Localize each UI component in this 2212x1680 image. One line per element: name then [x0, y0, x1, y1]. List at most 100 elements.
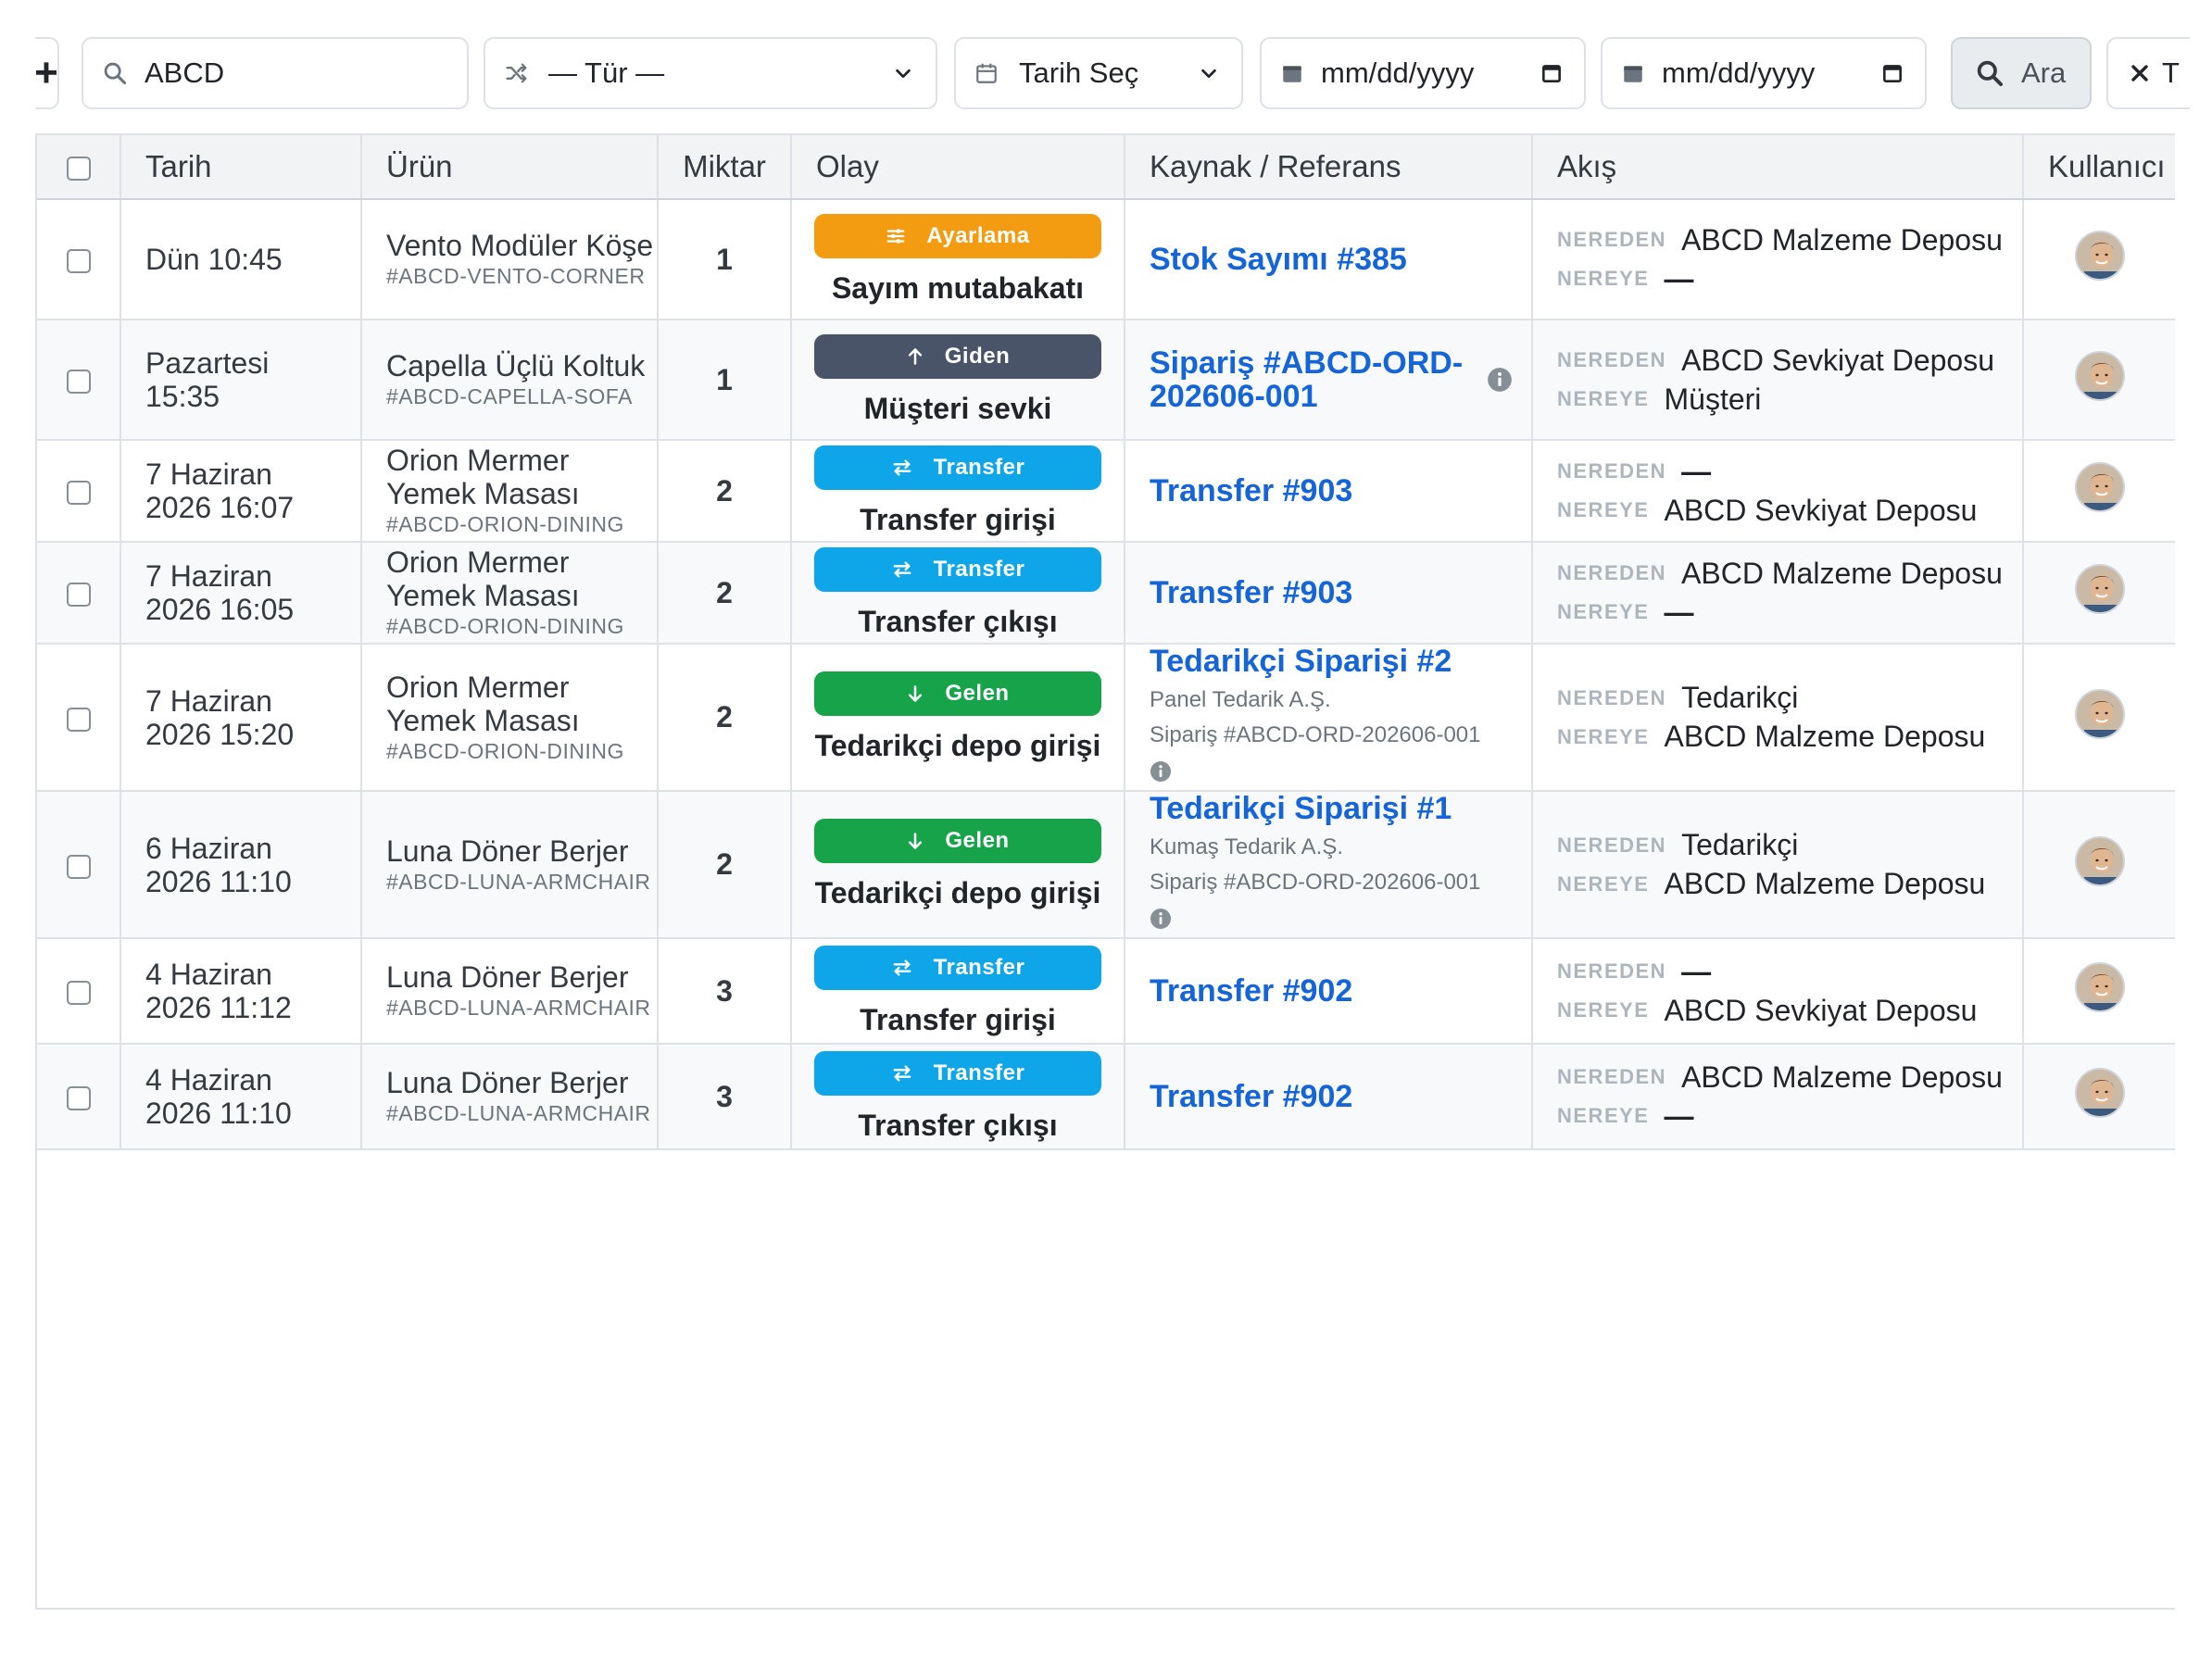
event-cell: Transfer Transfer girişi	[791, 938, 1125, 1045]
reference-cell: Sipariş #ABCD-ORD-202606-001	[1125, 320, 1533, 441]
badge-label: Transfer	[933, 556, 1025, 582]
calendar-icon	[976, 63, 997, 83]
event-label: Tedarikçi depo girişi	[814, 876, 1101, 909]
reference-link[interactable]: Transfer #902	[1150, 974, 1352, 1008]
select-all-cell	[37, 133, 121, 200]
col-header-flow[interactable]: Akış	[1532, 133, 2024, 200]
table-row[interactable]: 7 Haziran 2026 15:20 Orion Mermer Yemek …	[37, 644, 2175, 792]
in-icon	[906, 684, 936, 703]
stock-movements-table: Tarih Ürün Miktar Olay Kaynak / Referans…	[35, 133, 2175, 1610]
reference-link[interactable]: Transfer #903	[1150, 576, 1352, 609]
avatar[interactable]	[2075, 835, 2125, 886]
row-qty: 2	[716, 575, 733, 609]
date-from-value: mm/dd/yyyy	[1321, 56, 1475, 89]
date-range-select[interactable]: Tarih Seç	[954, 37, 1243, 109]
table-row[interactable]: Pazartesi 15:35 Capella Üçlü Koltuk #ABC…	[37, 320, 2175, 441]
row-checkbox[interactable]	[66, 1086, 91, 1111]
avatar[interactable]	[2075, 1068, 2125, 1118]
user-cell	[2023, 938, 2175, 1045]
date-to-input[interactable]: mm/dd/yyyy	[1601, 37, 1927, 109]
event-label: Transfer çıkışı	[858, 1108, 1058, 1142]
close-icon	[2131, 65, 2148, 81]
product-cell: Luna Döner Berjer #ABCD-LUNA-ARMCHAIR	[361, 1044, 659, 1150]
table-row[interactable]: 6 Haziran 2026 11:10 Luna Döner Berjer #…	[37, 791, 2175, 939]
col-header-user[interactable]: Kullanıcı	[2023, 133, 2175, 200]
flow-from-value: Tedarikçi	[1681, 681, 1799, 714]
row-checkbox[interactable]	[66, 981, 91, 1006]
clear-filters-button[interactable]: T	[2106, 37, 2190, 109]
add-button[interactable]: +	[34, 37, 59, 109]
reference-link[interactable]: Transfer #902	[1150, 1080, 1352, 1113]
table-row[interactable]: Dün 10:45 Vento Modüler Köşe #ABCD-VENTO…	[37, 199, 2175, 320]
row-checkbox[interactable]	[66, 249, 91, 274]
col-header-event[interactable]: Olay	[791, 133, 1125, 200]
select-all-checkbox[interactable]	[66, 157, 91, 182]
flow-from-label: NEREDEN	[1557, 228, 1667, 251]
adjust-icon	[886, 226, 917, 246]
flow-from-label: NEREDEN	[1557, 833, 1667, 857]
flow-to-value: —	[1664, 261, 1694, 295]
user-cell	[2023, 791, 2175, 939]
reference-supplier: Kumaş Tedarik A.Ş.	[1150, 834, 1343, 859]
qty-cell: 3	[658, 938, 792, 1045]
flow-from-value: ABCD Malzeme Deposu	[1681, 556, 2003, 590]
row-qty: 2	[716, 473, 733, 508]
calendar-picker-icon[interactable]	[1880, 61, 1904, 85]
qty-cell: 1	[658, 199, 792, 320]
col-header-product[interactable]: Ürün	[361, 133, 659, 200]
avatar[interactable]	[2075, 462, 2125, 512]
flow-cell: NEREDEN ABCD Malzeme Deposu NEREYE —	[1532, 542, 2024, 645]
row-select-cell	[37, 644, 121, 792]
avatar[interactable]	[2075, 962, 2125, 1012]
row-checkbox[interactable]	[66, 583, 91, 608]
avatar[interactable]	[2075, 351, 2125, 401]
info-icon[interactable]	[1487, 367, 1513, 393]
qty-cell: 2	[658, 542, 792, 645]
reference-cell: Transfer #902	[1125, 938, 1533, 1045]
reference-link[interactable]: Sipariş #ABCD-ORD-202606-001	[1150, 346, 1474, 413]
search-input[interactable]: ABCD	[82, 37, 469, 109]
avatar[interactable]	[2075, 231, 2125, 281]
flow-cell: NEREDEN Tedarikçi NEREYE ABCD Malzeme Depo…	[1532, 791, 2024, 939]
type-select-value: — Tür —	[548, 56, 665, 89]
row-qty: 3	[716, 973, 733, 1008]
avatar[interactable]	[2075, 564, 2125, 614]
search-button[interactable]: Ara	[1951, 37, 2092, 109]
table-row[interactable]: 4 Haziran 2026 11:10 Luna Döner Berjer #…	[37, 1044, 2175, 1150]
info-icon[interactable]	[1150, 756, 1531, 790]
product-sku: #ABCD-CAPELLA-SOFA	[386, 384, 633, 408]
row-checkbox[interactable]	[66, 707, 91, 732]
date-cell: 6 Haziran 2026 11:10	[120, 791, 362, 939]
calendar-picker-icon[interactable]	[1540, 61, 1564, 85]
event-cell: Transfer Transfer girişi	[791, 440, 1125, 543]
avatar[interactable]	[2075, 688, 2125, 739]
col-header-date[interactable]: Tarih	[120, 133, 362, 200]
table-row[interactable]: 7 Haziran 2026 16:05 Orion Mermer Yemek …	[37, 542, 2175, 645]
row-qty: 3	[716, 1079, 733, 1113]
chevron-down-icon	[1201, 69, 1216, 79]
table-row[interactable]: 7 Haziran 2026 16:07 Orion Mermer Yemek …	[37, 440, 2175, 543]
badge-label: Ayarlama	[926, 222, 1030, 248]
type-select[interactable]: — Tür —	[484, 37, 937, 109]
row-checkbox[interactable]	[66, 481, 91, 506]
row-checkbox[interactable]	[66, 854, 91, 879]
row-date: 6 Haziran 2026 11:10	[145, 831, 292, 898]
table-row[interactable]: 4 Haziran 2026 11:12 Luna Döner Berjer #…	[37, 938, 2175, 1045]
flow-to-value: Müşteri	[1664, 382, 1762, 416]
reference-link[interactable]: Tedarikçi Siparişi #1	[1150, 792, 1452, 825]
reference-link[interactable]: Tedarikçi Siparişi #2	[1150, 645, 1452, 678]
col-header-reference[interactable]: Kaynak / Referans	[1125, 133, 1533, 200]
event-label: Müşteri sevki	[863, 391, 1052, 425]
flow-to-label: NEREYE	[1557, 387, 1650, 410]
col-header-qty[interactable]: Miktar	[658, 133, 792, 200]
info-icon[interactable]	[1150, 903, 1531, 937]
event-badge: Gelen	[814, 671, 1101, 716]
product-cell: Vento Modüler Köşe #ABCD-VENTO-CORNER	[361, 199, 659, 320]
qty-cell: 3	[658, 1044, 792, 1150]
date-from-input[interactable]: mm/dd/yyyy	[1260, 37, 1586, 109]
reference-cell: Transfer #903	[1125, 440, 1533, 543]
flow-to-value: —	[1664, 1098, 1694, 1133]
reference-link[interactable]: Stok Sayımı #385	[1150, 243, 1407, 276]
reference-link[interactable]: Transfer #903	[1150, 474, 1352, 508]
row-checkbox[interactable]	[66, 370, 91, 395]
